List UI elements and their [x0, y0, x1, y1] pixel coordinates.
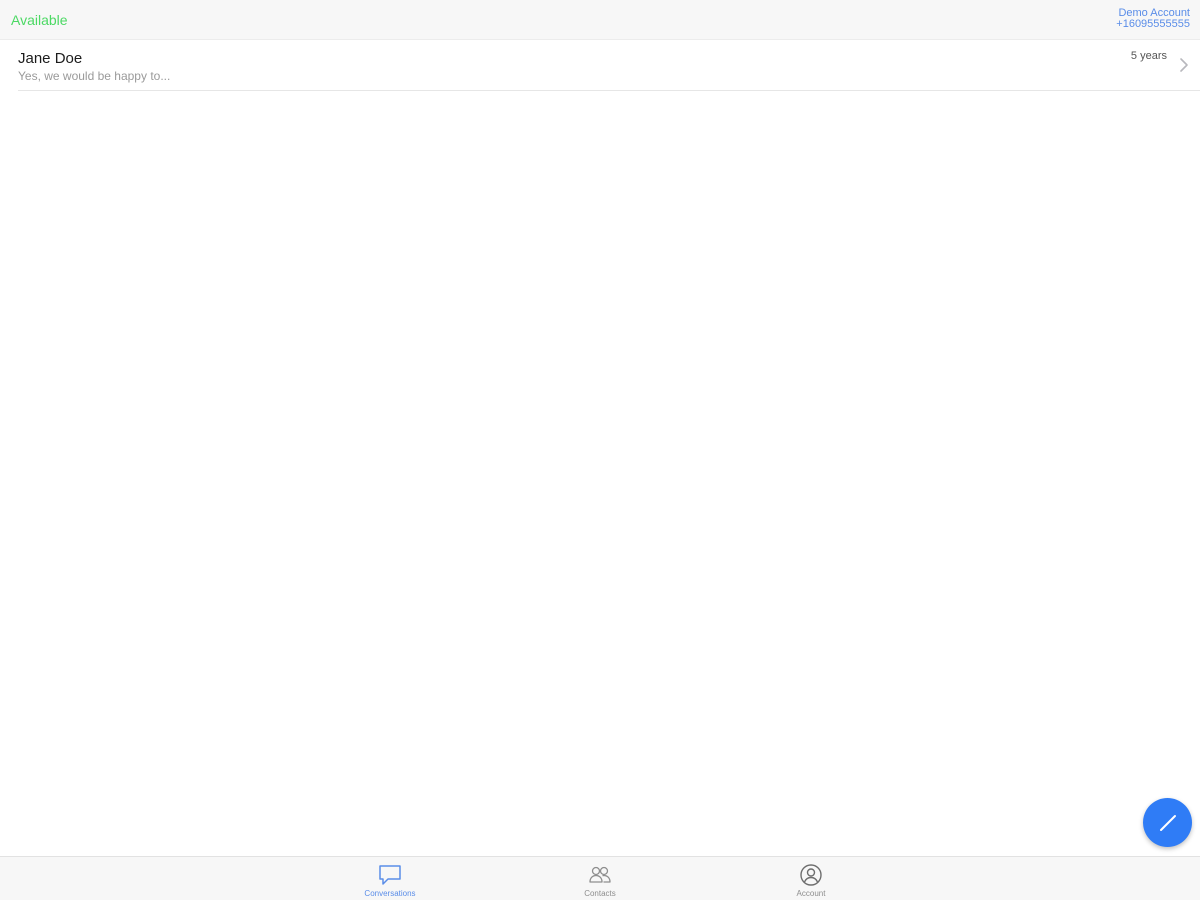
- tab-conversations[interactable]: Conversations: [340, 857, 440, 900]
- tab-label-account: Account: [796, 889, 826, 898]
- top-header: Available Demo Account +16095555555: [0, 0, 1200, 40]
- tab-label-conversations: Conversations: [364, 889, 416, 898]
- chat-bubble-icon: [379, 865, 401, 885]
- conversation-preview: Yes, we would be happy to...: [18, 69, 171, 83]
- conversation-list: Jane Doe Yes, we would be happy to... 5 …: [0, 41, 1200, 91]
- compose-pencil-icon: [1159, 814, 1176, 831]
- conversation-contact-name: Jane Doe: [18, 50, 83, 67]
- account-circle-icon: [800, 864, 822, 886]
- app-window: Available Demo Account +16095555555 Jane…: [0, 0, 1200, 900]
- chevron-right-icon: [1180, 58, 1188, 72]
- account-info[interactable]: Demo Account +16095555555: [1116, 8, 1190, 30]
- contacts-icon: [589, 866, 611, 883]
- tab-label-contacts: Contacts: [584, 889, 616, 898]
- tab-account[interactable]: Account: [761, 857, 861, 900]
- tab-contacts[interactable]: Contacts: [550, 857, 650, 900]
- conversation-timestamp: 5 years: [1130, 50, 1167, 62]
- conversation-row[interactable]: Jane Doe Yes, we would be happy to... 5 …: [18, 41, 1200, 91]
- availability-status[interactable]: Available: [11, 12, 68, 28]
- new-conversation-button[interactable]: [1143, 798, 1192, 847]
- account-number: +16095555555: [1116, 18, 1190, 30]
- tab-bar: Conversations Contacts Account: [0, 856, 1200, 900]
